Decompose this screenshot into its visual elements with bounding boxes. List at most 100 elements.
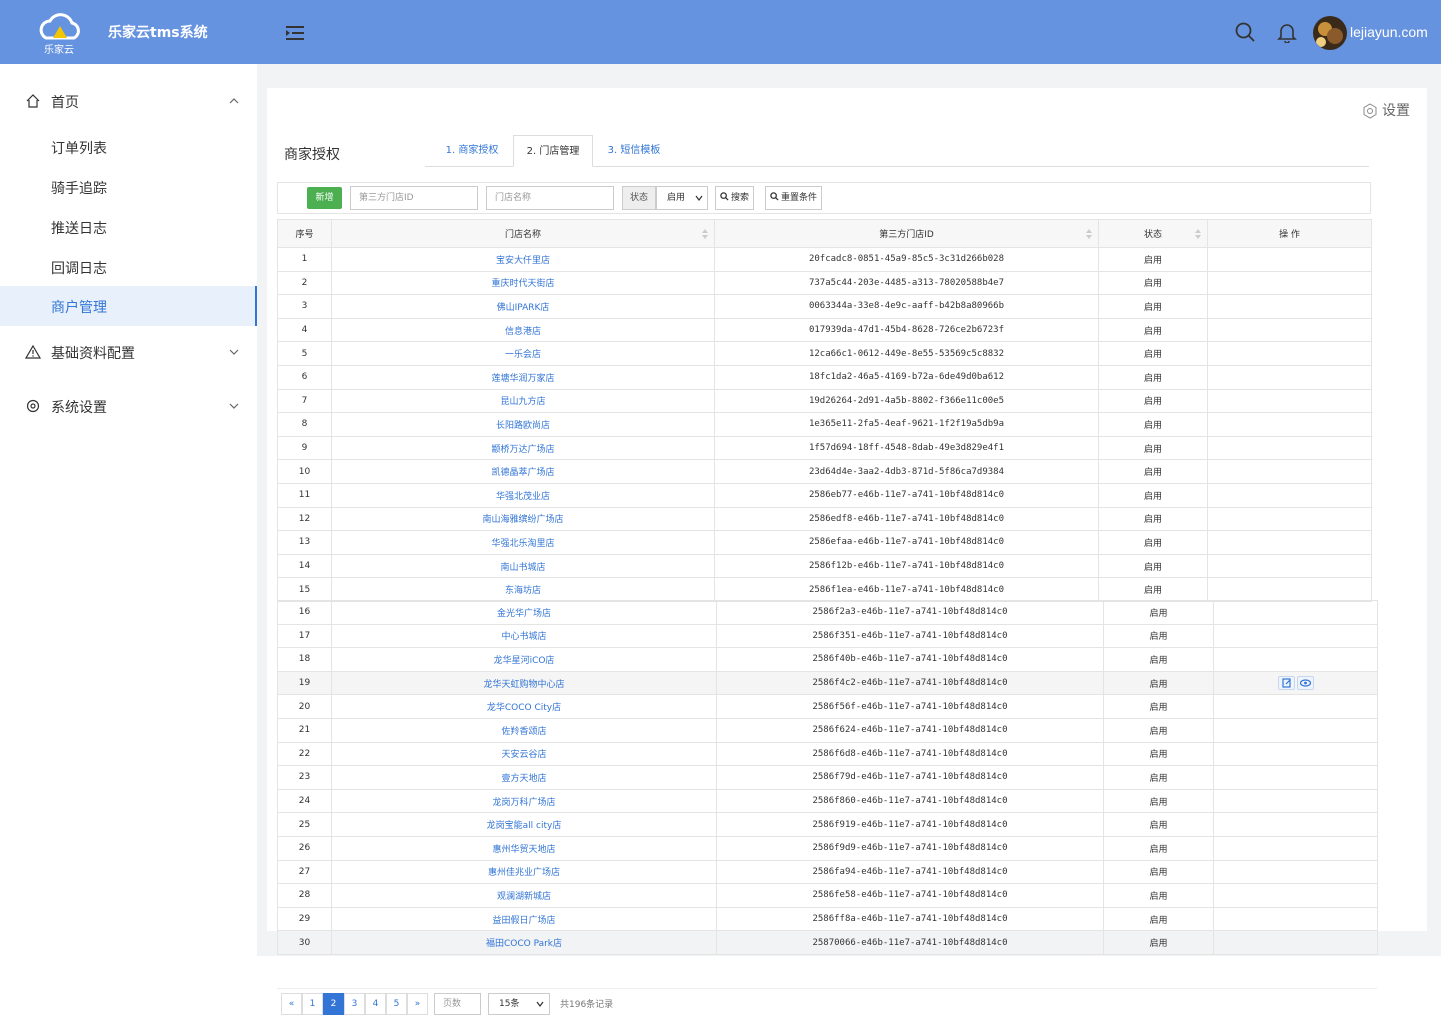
cell-status: 启用 (1103, 835, 1214, 861)
cell-store-name[interactable]: 凯德晶萃广场店 (331, 459, 715, 484)
cell-store-name[interactable]: 颛桥万达广场店 (331, 435, 715, 461)
page-button-5[interactable]: 5 (386, 993, 407, 1015)
page-button-2[interactable]: 2 (323, 993, 344, 1015)
sort-icon[interactable] (1195, 229, 1201, 239)
sidebar-item-push-log[interactable]: 推送日志 (0, 207, 257, 247)
edit-icon (1281, 678, 1291, 688)
cell-operations (1213, 600, 1378, 625)
cell-store-name[interactable]: 华强北茂业店 (331, 482, 715, 508)
menu-toggle-icon[interactable] (284, 24, 306, 42)
column-header-store-id[interactable]: 第三方门店ID (714, 219, 1099, 248)
chevron-down-icon (695, 195, 703, 201)
cell-store-id: 2586fe58-e46b-11e7-a741-10bf48d814c0 (716, 883, 1104, 908)
cell-index: 10 (277, 459, 332, 484)
page-next-button[interactable]: » (407, 993, 428, 1015)
cell-status: 启用 (1098, 482, 1208, 508)
page-size-value: 15条 (499, 999, 520, 1009)
cell-store-name[interactable]: 福田COCO Park店 (331, 930, 717, 955)
edit-button[interactable] (1277, 676, 1295, 691)
cell-store-name[interactable]: 华强北乐淘里店 (331, 530, 715, 555)
cell-index: 5 (277, 341, 332, 366)
cell-store-name[interactable]: 惠州佳兆业广场店 (331, 859, 717, 885)
page-number-input[interactable]: 页数 (434, 993, 481, 1015)
store-name-input[interactable]: 门店名称 (486, 186, 614, 210)
settings-link[interactable]: 设置 (1362, 100, 1410, 120)
cell-index: 11 (277, 482, 332, 508)
cell-store-name[interactable]: 金光华广场店 (331, 600, 717, 625)
sidebar-item-rider-tracking[interactable]: 骑手追踪 (0, 167, 257, 207)
page-size-select[interactable]: 15条 (488, 993, 550, 1015)
cell-operations (1213, 717, 1378, 743)
search-icon (720, 192, 729, 201)
cell-store-name[interactable]: 重庆时代天街店 (331, 270, 715, 296)
cell-store-name[interactable]: 天安云谷店 (331, 741, 717, 767)
table-row: 27 惠州佳兆业广场店 2586fa94-e46b-11e7-a741-10bf48… (277, 859, 1378, 885)
cell-store-name[interactable]: 昆山九方店 (331, 388, 715, 414)
sort-icon[interactable] (1086, 229, 1092, 239)
cell-status: 启用 (1103, 741, 1214, 767)
store-id-input[interactable]: 第三方门店ID (350, 186, 478, 210)
tab-merchant-auth[interactable]: 1. 商家授权 (436, 135, 508, 167)
cell-status: 启用 (1103, 623, 1214, 649)
reset-filters-button[interactable]: 重置条件 (765, 186, 823, 210)
cell-status: 启用 (1103, 670, 1214, 696)
page-button-4[interactable]: 4 (365, 993, 386, 1015)
table-row: 24 龙岗万科广场店 2586f860-e46b-11e7-a741-10bf48d… (277, 788, 1378, 814)
add-store-button[interactable]: 新增 (307, 187, 342, 209)
column-header-name-label: 门店名称 (504, 230, 541, 240)
cell-index: 3 (277, 294, 332, 319)
cell-store-name[interactable]: 龙华天虹购物中心店 (331, 670, 717, 696)
avatar[interactable] (1313, 16, 1347, 50)
sort-icon[interactable] (702, 229, 708, 239)
sidebar-item-merchant-management[interactable]: 商户管理 (0, 286, 257, 326)
cell-store-name[interactable]: 益田假日广场店 (331, 906, 717, 932)
sidebar-item-orders[interactable]: 订单列表 (0, 127, 257, 167)
table-row: 15 东海坊店 2586f1ea-e46b-11e7-a741-10bf48d814… (277, 577, 1372, 602)
cell-operations (1213, 694, 1378, 719)
cell-store-name[interactable]: 宝安大仟里店 (331, 247, 715, 272)
cell-store-name[interactable]: 佛山IPARK店 (331, 294, 715, 319)
search-icon[interactable] (1234, 21, 1256, 43)
cell-store-name[interactable]: 一乐会店 (331, 341, 715, 366)
page-prev-button[interactable]: « (281, 993, 302, 1015)
column-header-status[interactable]: 状态 (1098, 219, 1208, 248)
cell-store-name[interactable]: 长阳路欧尚店 (331, 412, 715, 437)
column-header-name[interactable]: 门店名称 (331, 219, 715, 248)
tab-sms-template[interactable]: 3. 短信模板 (598, 135, 670, 167)
cell-store-name[interactable]: 东海坊店 (331, 577, 715, 602)
cell-index: 18 (277, 647, 332, 672)
cell-store-name[interactable]: 龙岗万科广场店 (331, 788, 717, 814)
sidebar-item-callback-log[interactable]: 回调日志 (0, 247, 257, 287)
bell-icon[interactable] (1276, 21, 1298, 43)
cell-store-name[interactable]: 龙华COCO City店 (331, 694, 717, 719)
cell-store-name[interactable]: 惠州华贸天地店 (331, 835, 717, 861)
cell-store-name[interactable]: 中心书城店 (331, 623, 717, 649)
cell-index: 30 (277, 930, 332, 955)
username[interactable]: lejiayun.com (1350, 24, 1428, 40)
cell-operations (1213, 906, 1378, 932)
table-header-row: 序号 门店名称 第三方门店ID 状态 操 作 (277, 219, 1372, 248)
cell-store-name[interactable]: 龙华星河iCO店 (331, 647, 717, 672)
cell-store-name[interactable]: 佐羚香颂店 (331, 717, 717, 743)
cell-store-name[interactable]: 南山海雅缤纷广场店 (331, 506, 715, 532)
logo-text: 乐家云 (44, 45, 74, 56)
status-select[interactable]: 启用 (656, 186, 708, 210)
page-button-1[interactable]: 1 (302, 993, 323, 1015)
search-button[interactable]: 搜索 (715, 186, 755, 210)
tab-store-management[interactable]: 2. 门店管理 (513, 135, 593, 167)
sidebar-item-system-settings[interactable]: 系统设置 (0, 386, 257, 426)
page-button-3[interactable]: 3 (344, 993, 365, 1015)
cell-store-name[interactable]: 信息港店 (331, 317, 715, 343)
cell-store-name[interactable]: 莲塘华润万家店 (331, 364, 715, 390)
view-button[interactable] (1296, 676, 1314, 691)
cell-store-name[interactable]: 壹方天地店 (331, 765, 717, 790)
top-bar: 乐家云 乐家云tms系统 lejiayun.com (0, 0, 1441, 64)
table-row: 29 益田假日广场店 2586ff8a-e46b-11e7-a741-10bf48d… (277, 906, 1378, 932)
cell-store-name[interactable]: 观澜湖新城店 (331, 883, 717, 908)
cell-store-id: 2586ff8a-e46b-11e7-a741-10bf48d814c0 (716, 906, 1104, 932)
cell-store-name[interactable]: 南山书城店 (331, 553, 715, 579)
sidebar-item-basic-config[interactable]: 基础资料配置 (0, 332, 257, 372)
table-row: 1 宝安大仟里店 20fcadc8-0851-45a9-85c5-3c31d266b… (277, 247, 1372, 272)
cell-store-name[interactable]: 龙岗宝能all city店 (331, 812, 717, 837)
sidebar-item-home[interactable]: 首页 (0, 81, 257, 121)
